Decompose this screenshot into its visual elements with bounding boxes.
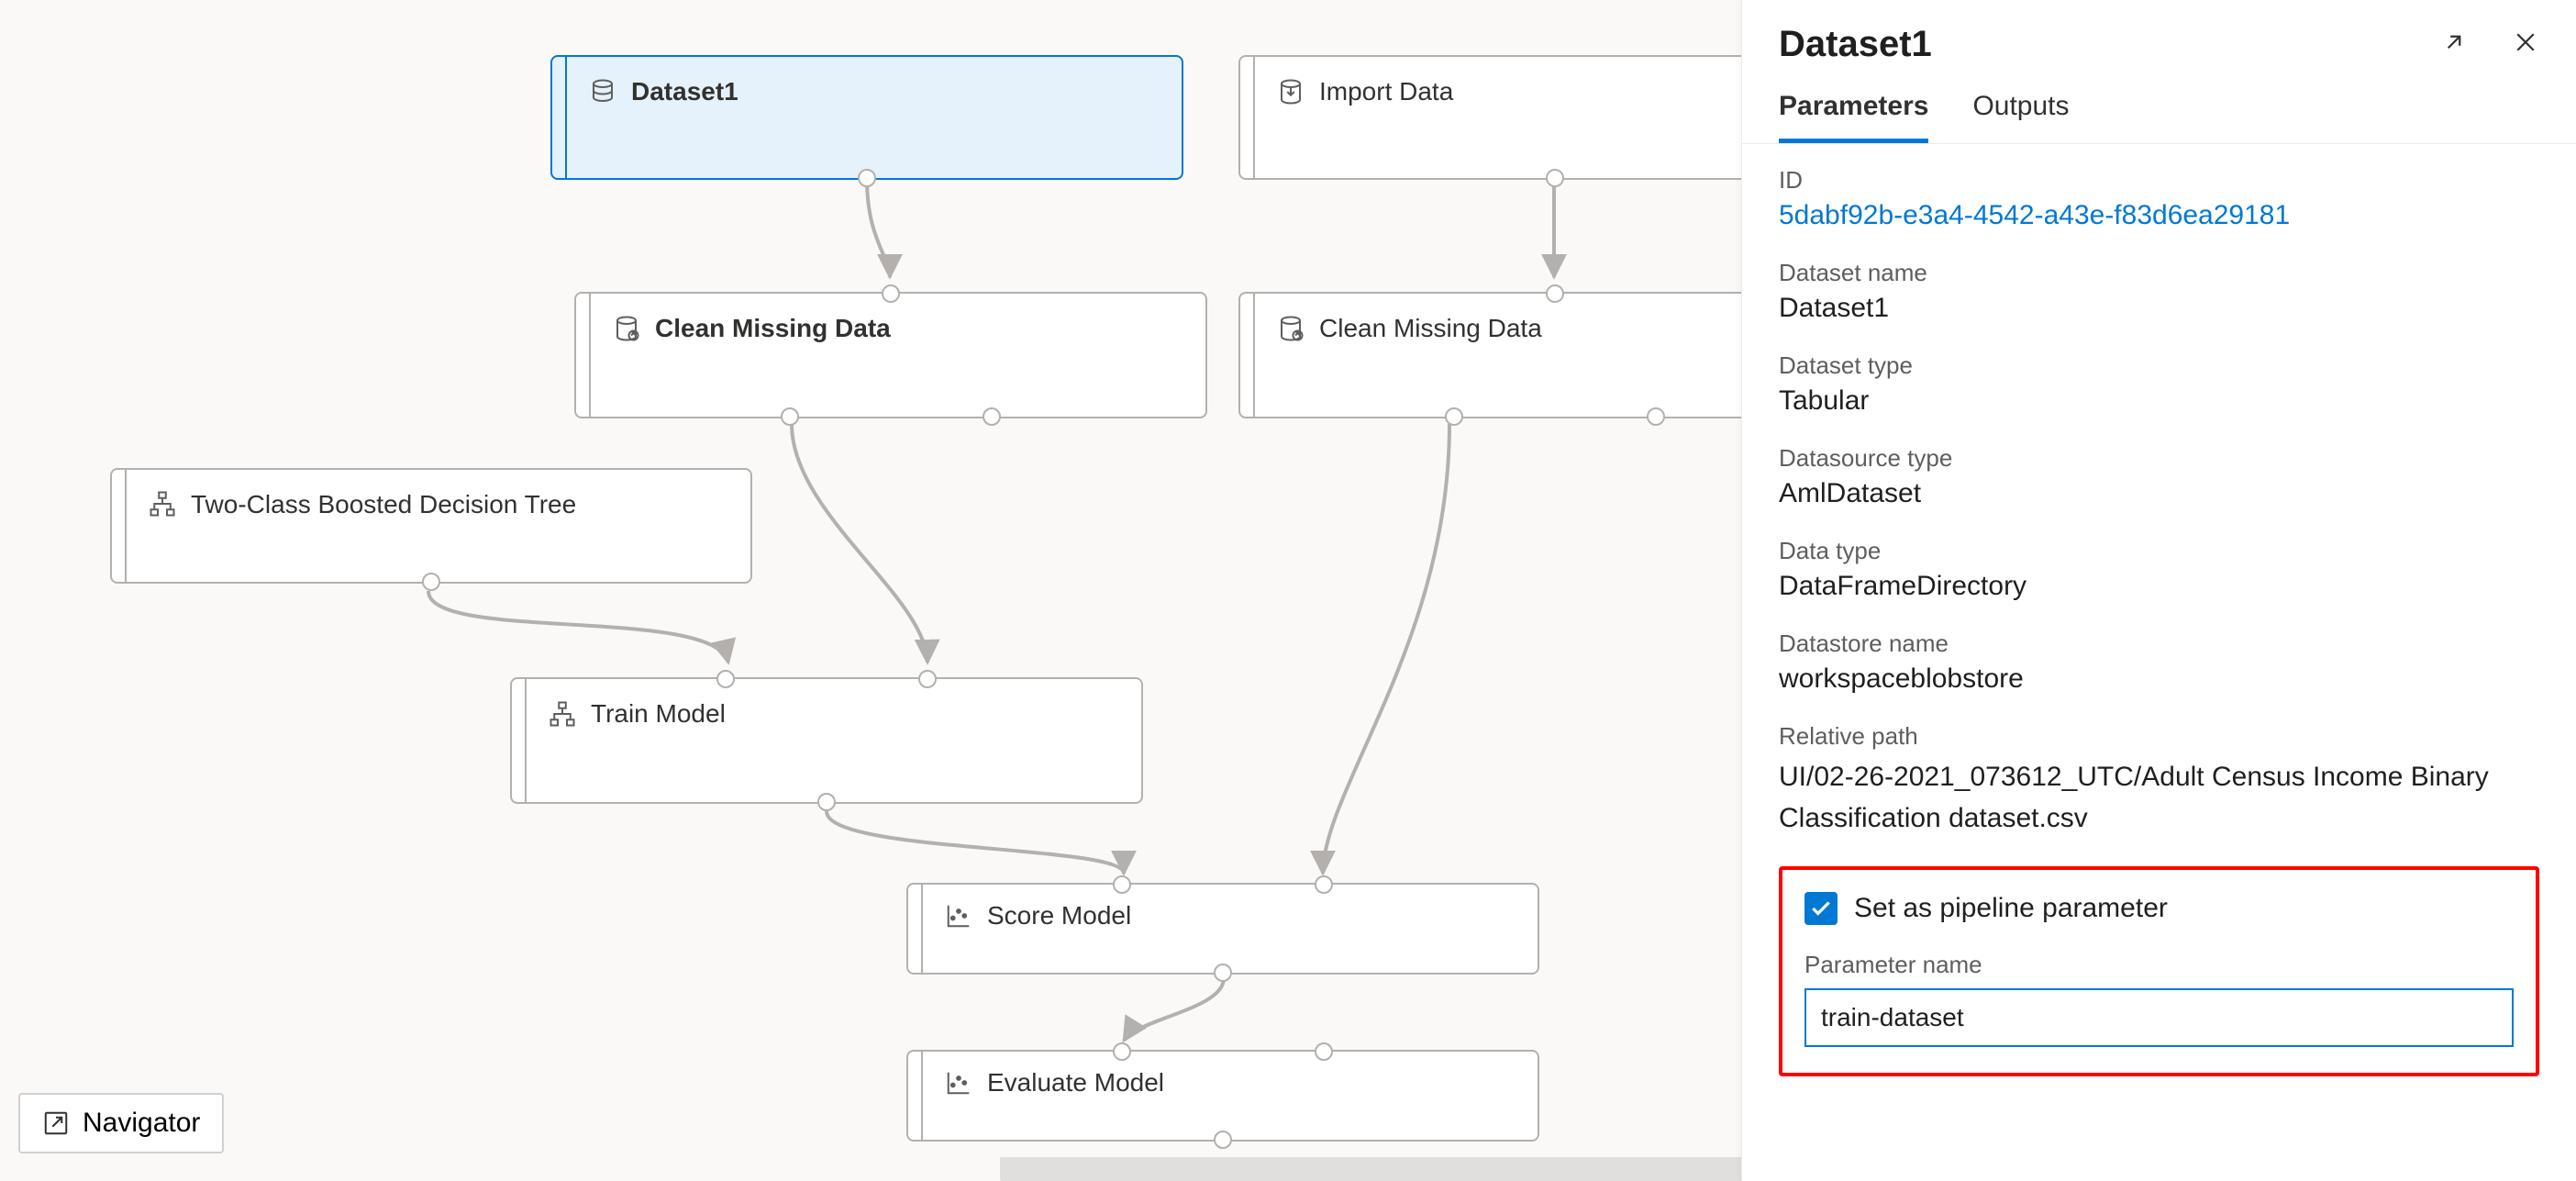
field-value-relative-path: UI/02-26-2021_073612_UTC/Adult Census In…: [1779, 756, 2539, 839]
field-value-dataset-name: Dataset1: [1779, 293, 2539, 324]
navigator-button[interactable]: Navigator: [18, 1093, 224, 1153]
input-port[interactable]: [716, 670, 735, 688]
app-root: Dataset1 Import Data Clean Missing Dat: [0, 0, 2576, 1181]
field-value-datasource-type: AmlDataset: [1779, 478, 2539, 509]
node-drag-handle[interactable]: [512, 679, 527, 802]
node-label: Clean Missing Data: [655, 314, 891, 343]
field-id: ID 5dabf92b-e3a4-4542-a43e-f83d6ea29181: [1779, 166, 2539, 231]
field-datastore-name: Datastore name workspaceblobstore: [1779, 629, 2539, 695]
panel-tabs: Parameters Outputs: [1742, 65, 2576, 144]
output-port[interactable]: [858, 169, 876, 187]
field-value-dataset-type: Tabular: [1779, 385, 2539, 417]
input-port[interactable]: [1113, 875, 1131, 894]
database-icon: [589, 78, 616, 106]
output-port[interactable]: [1647, 407, 1665, 426]
train-icon: [549, 700, 576, 728]
node-drag-handle[interactable]: [552, 57, 567, 178]
node-label: Evaluate Model: [987, 1068, 1164, 1097]
evaluate-icon: [945, 1069, 972, 1097]
output-port[interactable]: [1214, 1131, 1232, 1149]
input-port[interactable]: [1113, 1042, 1131, 1061]
node-label: Train Model: [591, 699, 726, 729]
node-evaluate-model[interactable]: Evaluate Model: [906, 1050, 1539, 1142]
node-label: Dataset1: [631, 77, 738, 106]
clean-data-icon: [1277, 315, 1305, 342]
tree-icon: [149, 490, 176, 518]
input-port[interactable]: [882, 284, 900, 303]
field-label-datastore-name: Datastore name: [1779, 629, 2539, 658]
output-port[interactable]: [422, 573, 440, 591]
node-drag-handle[interactable]: [576, 294, 591, 417]
output-port[interactable]: [1214, 964, 1232, 982]
node-dataset1[interactable]: Dataset1: [550, 55, 1183, 180]
panel-title: Dataset1: [1779, 24, 1932, 65]
node-drag-handle[interactable]: [112, 470, 127, 582]
navigator-label: Navigator: [83, 1108, 200, 1139]
set-as-pipeline-parameter-checkbox[interactable]: [1804, 892, 1838, 925]
input-port[interactable]: [1315, 875, 1333, 894]
field-label-id: ID: [1779, 166, 2539, 195]
node-drag-handle[interactable]: [908, 885, 923, 973]
node-score-model[interactable]: Score Model: [906, 883, 1539, 975]
parameter-name-label: Parameter name: [1804, 951, 2514, 979]
field-dataset-type: Dataset type Tabular: [1779, 351, 2539, 417]
output-port[interactable]: [1546, 169, 1564, 187]
properties-panel: Dataset1 Parameters Outputs ID 5dabf92b-…: [1741, 0, 2576, 1181]
tab-outputs[interactable]: Outputs: [1972, 91, 2069, 143]
field-value-id[interactable]: 5dabf92b-e3a4-4542-a43e-f83d6ea29181: [1779, 200, 2539, 231]
field-value-data-type: DataFrameDirectory: [1779, 571, 2539, 602]
node-label: Clean Missing Data: [1319, 314, 1542, 343]
expand-icon[interactable]: [2440, 28, 2468, 61]
node-drag-handle[interactable]: [1240, 57, 1255, 178]
output-port[interactable]: [983, 407, 1001, 426]
tab-parameters[interactable]: Parameters: [1779, 91, 1928, 143]
set-as-pipeline-parameter-row: Set as pipeline parameter: [1804, 892, 2514, 925]
field-datasource-type: Datasource type AmlDataset: [1779, 444, 2539, 509]
field-relative-path: Relative path UI/02-26-2021_073612_UTC/A…: [1779, 722, 2539, 839]
panel-header: Dataset1: [1742, 0, 2576, 65]
close-icon[interactable]: [2512, 28, 2539, 61]
field-label-relative-path: Relative path: [1779, 722, 2539, 751]
output-port[interactable]: [817, 793, 836, 811]
node-drag-handle[interactable]: [1240, 294, 1255, 417]
score-icon: [945, 902, 972, 930]
node-label: Import Data: [1319, 77, 1453, 106]
input-port[interactable]: [1315, 1042, 1333, 1061]
input-port[interactable]: [918, 670, 937, 688]
node-label: Two-Class Boosted Decision Tree: [191, 490, 576, 519]
output-port[interactable]: [1445, 407, 1463, 426]
field-value-datastore-name: workspaceblobstore: [1779, 663, 2539, 695]
import-icon: [1277, 78, 1305, 106]
node-label: Score Model: [987, 901, 1131, 930]
clean-data-icon: [613, 315, 640, 342]
parameter-name-input[interactable]: [1804, 988, 2514, 1047]
node-two-class-boosted-tree[interactable]: Two-Class Boosted Decision Tree: [110, 468, 752, 584]
set-as-pipeline-parameter-label: Set as pipeline parameter: [1854, 893, 2168, 924]
field-label-datasource-type: Datasource type: [1779, 444, 2539, 473]
node-train-model[interactable]: Train Model: [510, 677, 1143, 804]
output-port[interactable]: [781, 407, 799, 426]
input-port[interactable]: [1546, 284, 1564, 303]
field-label-data-type: Data type: [1779, 537, 2539, 565]
field-label-dataset-name: Dataset name: [1779, 259, 2539, 287]
navigator-icon: [42, 1109, 70, 1137]
pipeline-parameter-section: Set as pipeline parameter Parameter name: [1779, 866, 2539, 1076]
field-dataset-name: Dataset name Dataset1: [1779, 259, 2539, 324]
node-drag-handle[interactable]: [908, 1052, 923, 1140]
panel-body: ID 5dabf92b-e3a4-4542-a43e-f83d6ea29181 …: [1742, 144, 2576, 1181]
field-label-dataset-type: Dataset type: [1779, 351, 2539, 380]
field-data-type: Data type DataFrameDirectory: [1779, 537, 2539, 602]
node-clean-missing-data-1[interactable]: Clean Missing Data: [574, 292, 1207, 418]
